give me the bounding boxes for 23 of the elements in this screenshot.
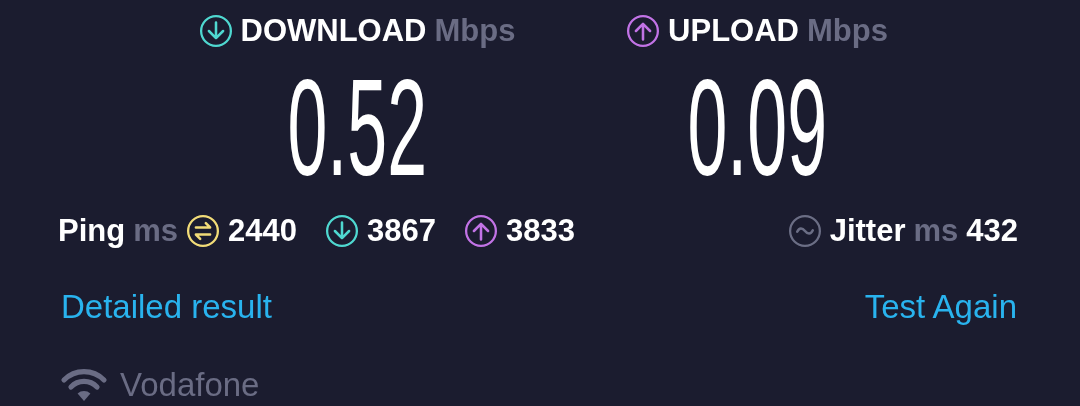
jitter-value: 432 [966,212,1018,250]
detailed-result-link[interactable]: Detailed result [60,280,273,332]
speed-value: 0.52 [287,58,427,196]
download-icon [198,14,233,48]
speed-value: 0.09 [687,58,827,196]
latency-value: 3867 [366,212,436,250]
speed-label: UPLOAD [668,11,799,50]
wave-icon [787,214,822,249]
unit-label: ms [133,212,178,250]
download-icon [324,214,359,249]
unit-label: Mbps [434,11,516,50]
test-again-link[interactable]: Test Again [863,280,1018,332]
network-name: Vodafone [120,365,260,405]
unit-label: Mbps [806,11,888,50]
upload-icon [626,14,661,48]
unit-label: ms [913,212,959,250]
latency-value: 3833 [505,212,575,250]
transfer-icon [186,214,220,249]
jitter-label: Jitter [829,212,906,250]
speed-label: DOWNLOAD [240,11,427,50]
ping-label: Ping [58,212,126,250]
latency-value: 2440 [228,212,297,250]
upload-icon [463,214,498,249]
